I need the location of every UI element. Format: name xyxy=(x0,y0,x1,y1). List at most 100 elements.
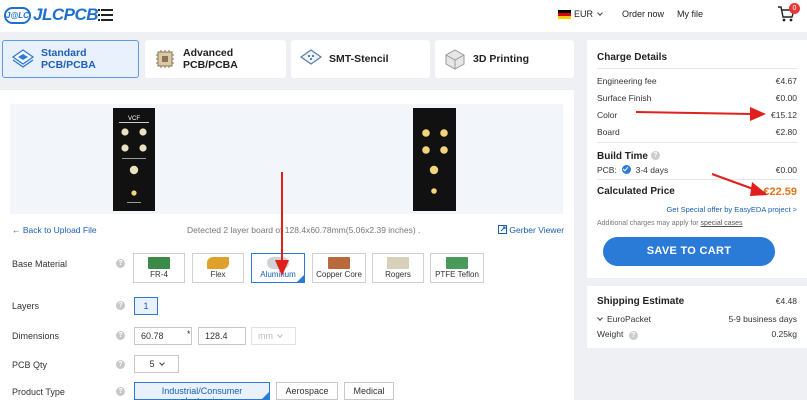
dimension-unit-select[interactable]: mm xyxy=(251,327,296,345)
flex-board-icon xyxy=(207,257,229,269)
tab-3d-printing[interactable]: 3D Printing xyxy=(435,40,574,78)
back-to-upload-link[interactable]: ← Back to Upload File xyxy=(12,225,97,235)
shipping-title: Shipping Estimate xyxy=(597,296,685,307)
chevron-down-icon xyxy=(597,315,603,321)
help-icon[interactable]: ? xyxy=(116,301,125,310)
material-label: Rogers xyxy=(385,270,411,279)
help-icon[interactable]: ? xyxy=(116,259,125,268)
external-window-icon xyxy=(498,225,507,234)
product-type-medical[interactable]: Medical xyxy=(344,382,394,400)
build-time-label: Build Time xyxy=(597,151,648,162)
special-offer-link[interactable]: Get Special offer by EasyEDA project > xyxy=(597,205,797,214)
currency-label: EUR xyxy=(574,9,594,19)
product-type-label: Product Type xyxy=(12,387,65,397)
additional-charges-note: Additional charges may apply for special… xyxy=(597,220,797,227)
row-value: €0.00 xyxy=(775,165,797,175)
row-value: €0.00 xyxy=(775,93,797,103)
my-file-link[interactable]: My file xyxy=(677,9,703,19)
calculated-price-row: Calculated Price €22.59 xyxy=(597,186,797,198)
dimension-height-input[interactable]: 128.4 xyxy=(198,327,246,345)
selected-corner-icon xyxy=(297,275,304,282)
logo-text: JLCPCB xyxy=(33,5,99,24)
product-type-industrial[interactable]: Industrial/Consumer electronics xyxy=(134,382,270,400)
note-text: Additional charges may apply for xyxy=(597,220,699,227)
material-label: PTFE Teflon xyxy=(435,270,479,279)
shipping-method-row[interactable]: EuroPacket 5-9 business days xyxy=(597,314,797,324)
chip-icon xyxy=(156,50,174,68)
tab-label: 3D Printing xyxy=(473,53,530,65)
build-time-row: Build Time ? xyxy=(597,151,797,162)
tab-label: Advanced PCB/PCBA xyxy=(183,47,238,71)
back-link-label: Back to Upload File xyxy=(22,225,97,235)
divider xyxy=(597,179,797,180)
board-back-art xyxy=(422,129,448,194)
charge-details-panel: Charge Details Engineering fee €4.67 Surf… xyxy=(587,40,807,278)
board-front-image: VCF xyxy=(113,108,155,211)
top-header: J@LC JLCPCB EUR Order now My file 0 xyxy=(0,0,807,32)
gerber-viewer-link[interactable]: Gerber Viewer xyxy=(498,225,564,235)
help-icon[interactable]: ? xyxy=(116,331,125,340)
save-to-cart-button[interactable]: SAVE TO CART xyxy=(603,237,775,266)
order-now-link[interactable]: Order now xyxy=(622,9,664,19)
calc-price-label: Calculated Price xyxy=(597,186,675,197)
tab-advanced-pcb[interactable]: Advanced PCB/PCBA xyxy=(145,40,286,78)
help-icon[interactable]: ? xyxy=(650,151,660,160)
material-label: Aluminum xyxy=(260,270,296,279)
special-cases-link[interactable]: special cases xyxy=(701,220,743,227)
pcb-build-time-row[interactable]: PCB: 3-4 days €0.00 xyxy=(597,165,797,175)
copper-board-icon xyxy=(328,257,350,269)
shipping-title-row: Shipping Estimate €4.48 xyxy=(597,296,797,307)
stencil-icon xyxy=(299,49,323,65)
material-fr4-option[interactable]: FR-4 xyxy=(133,253,185,283)
layers-option-1[interactable]: 1 xyxy=(134,297,158,315)
material-copper-core-option[interactable]: Copper Core xyxy=(312,253,366,283)
detected-board-text: Detected 2 layer board of 128.4x60.78mm(… xyxy=(187,225,421,235)
special-offer-label: Get Special offer by EasyEDA project > xyxy=(666,205,797,214)
layers-label: Layers xyxy=(12,301,40,311)
material-aluminum-option[interactable]: Aluminum xyxy=(251,253,305,283)
material-label: Flex xyxy=(210,270,226,279)
surface-finish-row: Surface Finish €0.00 xyxy=(597,93,797,103)
config-panel: VCF ← Back to Upload File Detected 2 lay… xyxy=(0,90,574,400)
weight-value: 0.25kg xyxy=(771,329,797,339)
rogers-board-icon xyxy=(387,257,409,269)
fr4-board-icon xyxy=(148,257,170,269)
base-material-label: Base Material xyxy=(12,259,68,269)
color-row: Color €15.12 xyxy=(597,110,797,120)
shipping-estimate-panel: Shipping Estimate €4.48 EuroPacket 5-9 b… xyxy=(587,286,807,348)
material-label: FR-4 xyxy=(150,270,168,279)
divider xyxy=(597,142,797,143)
printer-3d-icon xyxy=(445,49,465,70)
help-icon[interactable]: ? xyxy=(116,360,125,369)
row-label: Surface Finish xyxy=(597,93,652,103)
product-type-label: Industrial/Consumer electronics xyxy=(161,386,243,400)
material-rogers-option[interactable]: Rogers xyxy=(372,253,424,283)
material-flex-option[interactable]: Flex xyxy=(192,253,244,283)
pcb-icon xyxy=(11,49,35,68)
pcb-qty-select[interactable]: 5 xyxy=(134,355,179,373)
help-icon[interactable]: ? xyxy=(628,331,638,340)
pcb-days: 3-4 days xyxy=(635,165,669,175)
material-ptfe-option[interactable]: PTFE Teflon xyxy=(430,253,484,283)
tab-smt-stencil[interactable]: SMT-Stencil xyxy=(291,40,430,78)
gerber-viewer-label: Gerber Viewer xyxy=(509,225,565,235)
gerber-preview: VCF xyxy=(10,104,563,214)
menu-icon[interactable] xyxy=(98,9,113,21)
qty-value: 5 xyxy=(149,359,155,369)
help-icon[interactable]: ? xyxy=(116,387,125,396)
unit-label: mm xyxy=(258,331,273,341)
jlcpcb-logo[interactable]: J@LC JLCPCB xyxy=(4,5,99,25)
tab-standard-pcb[interactable]: Standard PCB/PCBA xyxy=(2,40,139,78)
dimension-width-input[interactable]: 60.78 xyxy=(134,327,192,345)
currency-selector[interactable]: EUR xyxy=(558,9,603,20)
calc-price-value: €22.59 xyxy=(763,186,797,198)
shipping-days: 5-9 business days xyxy=(728,314,797,324)
radio-checked-icon xyxy=(622,165,632,174)
row-value: €2.80 xyxy=(775,127,797,137)
pcb-label: PCB: xyxy=(597,165,617,175)
divider xyxy=(597,68,797,69)
ptfe-board-icon xyxy=(446,257,468,269)
cart-button[interactable]: 0 xyxy=(777,3,800,25)
product-type-aerospace[interactable]: Aerospace xyxy=(276,382,338,400)
pcb-qty-label: PCB Qty xyxy=(12,360,48,370)
